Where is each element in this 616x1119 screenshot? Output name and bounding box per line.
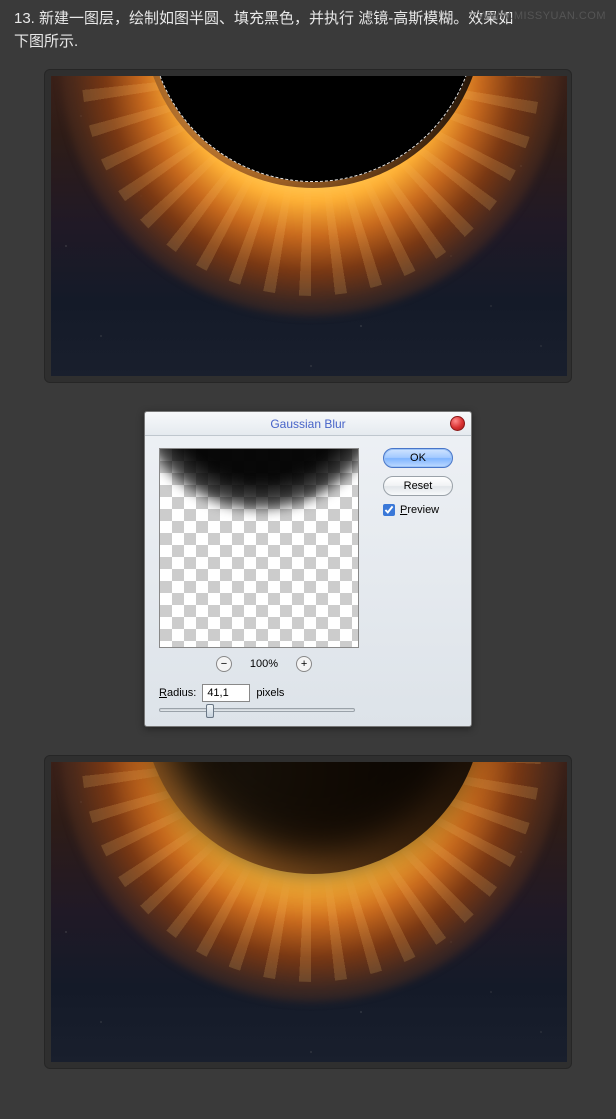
radius-label: Radius: <box>159 687 196 699</box>
figure-after <box>44 755 572 1069</box>
zoom-value: 100% <box>250 658 278 670</box>
gaussian-blur-dialog-wrap: Gaussian Blur − 100% + Radius: pixels <box>144 411 472 727</box>
dialog-title: Gaussian Blur <box>270 417 345 431</box>
preview-checkbox-label: Preview <box>400 504 439 516</box>
preview-checkbox-row[interactable]: Preview <box>383 504 457 516</box>
ok-button[interactable]: OK <box>383 448 453 468</box>
step-body-1: 新建一图层，绘制如图半圆、填充黑色，并执行 滤镜-高斯模糊。效果如 <box>39 10 513 27</box>
reset-button[interactable]: Reset <box>383 476 453 496</box>
radius-slider[interactable] <box>159 708 355 712</box>
radius-unit: pixels <box>256 687 284 699</box>
watermark-text: WWW.MISSYUAN.COM <box>478 10 606 22</box>
preview-checkbox[interactable] <box>383 504 395 516</box>
preview-thumbnail[interactable] <box>159 448 359 648</box>
close-icon[interactable] <box>450 416 465 431</box>
zoom-controls: − 100% + <box>159 656 369 672</box>
zoom-in-icon[interactable]: + <box>296 656 312 672</box>
figure-before <box>44 69 572 383</box>
step-body-2: 下图所示. <box>14 33 78 50</box>
zoom-out-icon[interactable]: − <box>216 656 232 672</box>
radius-row: Radius: pixels <box>159 684 369 702</box>
gaussian-blur-dialog: Gaussian Blur − 100% + Radius: pixels <box>144 411 472 727</box>
radius-slider-thumb[interactable] <box>206 704 214 718</box>
space-scene-before <box>51 76 567 376</box>
step-number: 13. <box>14 10 35 27</box>
space-scene-after <box>51 762 567 1062</box>
dialog-body: − 100% + Radius: pixels OK Reset <box>145 436 471 726</box>
dialog-titlebar[interactable]: Gaussian Blur <box>145 412 471 436</box>
radius-input[interactable] <box>202 684 250 702</box>
button-column: OK Reset Preview <box>383 448 457 712</box>
preview-column: − 100% + Radius: pixels <box>159 448 369 712</box>
